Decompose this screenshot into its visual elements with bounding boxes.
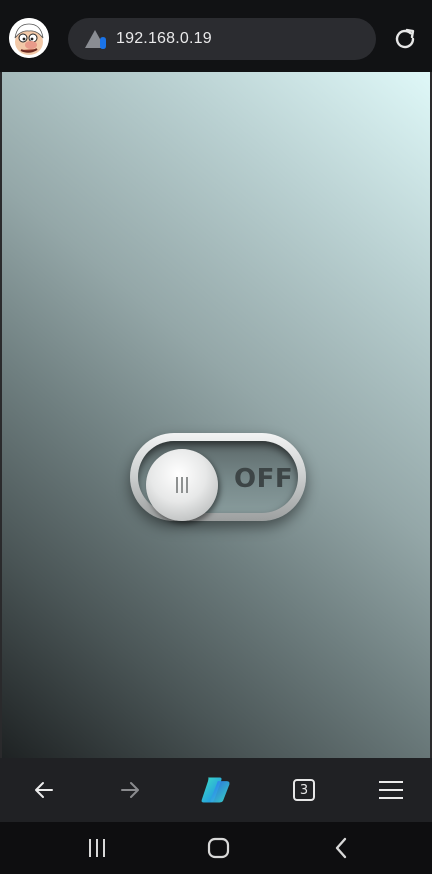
copilot-button[interactable] [200,774,232,806]
home-button[interactable] [206,836,232,860]
recents-button[interactable] [84,836,110,860]
arrow-left-icon [35,782,53,798]
copilot-icon [201,777,230,803]
system-navigation-bar [0,822,432,874]
browser-top-bar: 192.168.0.19 [0,0,432,72]
web-page-content [0,72,432,758]
reload-button[interactable] [392,26,418,52]
toggle-track: OFF [138,441,298,521]
menu-button[interactable] [375,774,407,806]
back-chevron-icon [335,837,347,859]
reload-icon [395,28,415,49]
grip-lines-icon [176,477,188,493]
forward-button[interactable] [114,774,146,806]
recents-icon [89,839,105,857]
home-icon [207,837,230,859]
power-toggle-switch[interactable]: OFF [130,433,306,521]
url-text: 192.168.0.19 [116,30,212,47]
profile-avatar[interactable] [9,18,49,58]
arrow-right-icon [121,782,139,798]
toggle-state-label: OFF [234,464,294,494]
tab-count-badge: 3 [293,779,315,801]
not-secure-warning-icon[interactable] [84,29,110,51]
browser-bottom-toolbar: 3 [0,758,432,822]
tabs-button[interactable]: 3 [288,774,320,806]
user-avatar-icon [9,18,49,58]
toggle-knob[interactable] [146,449,218,521]
back-button[interactable] [28,774,60,806]
system-back-button[interactable] [328,836,354,860]
hamburger-menu-icon [379,781,403,799]
address-bar[interactable]: 192.168.0.19 [68,18,376,60]
